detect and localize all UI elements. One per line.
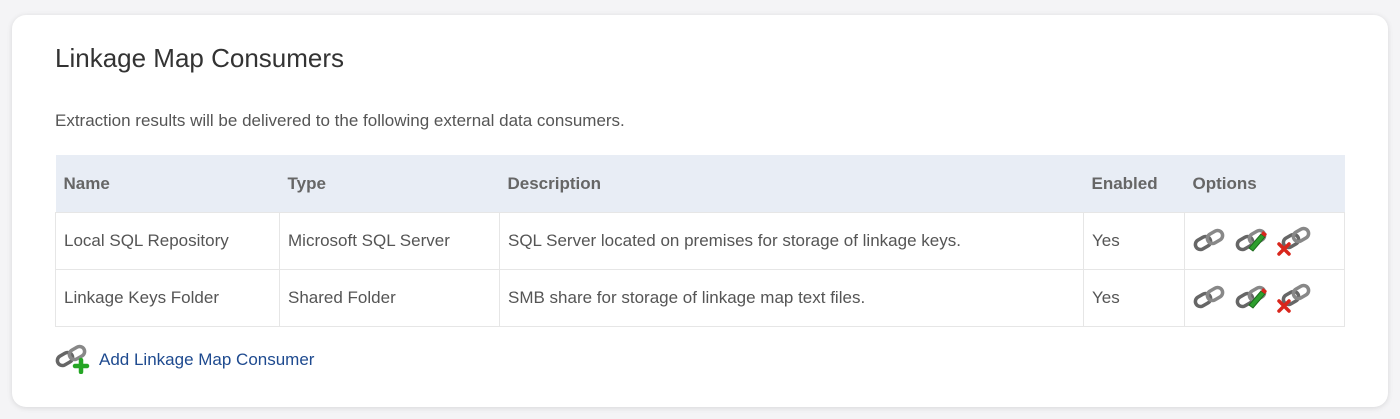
linkage-map-consumers-panel: Linkage Map Consumers Extraction results…: [12, 15, 1388, 407]
consumers-table: Name Type Description Enabled Options Lo…: [55, 155, 1345, 327]
cell-options: [1184, 269, 1345, 327]
link-icon[interactable]: [1193, 226, 1227, 256]
table-row: Linkage Keys Folder Shared Folder SMB sh…: [55, 269, 1345, 327]
cell-type: Microsoft SQL Server: [279, 212, 500, 270]
panel-title: Linkage Map Consumers: [55, 43, 345, 73]
add-consumer-action[interactable]: Add Linkage Map Consumer: [55, 340, 314, 379]
cell-enabled: Yes: [1083, 212, 1185, 270]
add-link-icon[interactable]: [55, 340, 93, 379]
cell-description: SQL Server located on premises for stora…: [499, 212, 1084, 270]
header-description: Description: [499, 155, 1084, 213]
panel-subtitle: Extraction results will be delivered to …: [55, 111, 625, 130]
edit-link-icon[interactable]: [1235, 283, 1269, 313]
cell-description: SMB share for storage of linkage map tex…: [499, 269, 1084, 327]
cell-name: Local SQL Repository: [55, 212, 280, 270]
delete-link-icon[interactable]: [1277, 283, 1311, 313]
cell-name: Linkage Keys Folder: [55, 269, 280, 327]
delete-link-icon[interactable]: [1277, 226, 1311, 256]
add-consumer-link[interactable]: Add Linkage Map Consumer: [99, 350, 314, 370]
table-header-row: Name Type Description Enabled Options: [55, 155, 1345, 213]
header-name: Name: [55, 155, 280, 213]
edit-link-icon[interactable]: [1235, 226, 1269, 256]
link-icon[interactable]: [1193, 283, 1227, 313]
header-type: Type: [279, 155, 500, 213]
cell-type: Shared Folder: [279, 269, 500, 327]
cell-options: [1184, 212, 1345, 270]
header-enabled: Enabled: [1083, 155, 1185, 213]
table-row: Local SQL Repository Microsoft SQL Serve…: [55, 212, 1345, 270]
header-options: Options: [1184, 155, 1345, 213]
cell-enabled: Yes: [1083, 269, 1185, 327]
